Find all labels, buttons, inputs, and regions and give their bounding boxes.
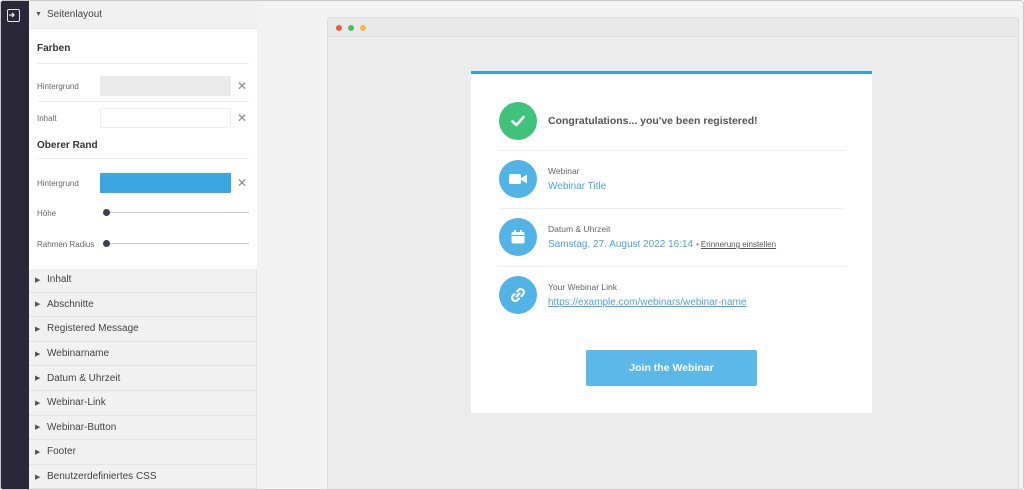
section-label: Datum & Uhrzeit — [47, 372, 121, 384]
divider — [37, 158, 249, 159]
clear-background-icon[interactable]: ✕ — [237, 80, 247, 92]
caret-right-icon: ▶ — [35, 375, 41, 383]
caret-right-icon: ▶ — [35, 301, 41, 309]
clear-content-icon[interactable]: ✕ — [237, 112, 247, 124]
divider — [37, 63, 249, 64]
section-webinar-link[interactable]: ▶ Webinar-Link — [29, 391, 257, 416]
background-label: Hintergrund — [37, 81, 79, 91]
preview-area: Congratulations... you've been registere… — [257, 1, 1023, 489]
section-webinarname[interactable]: ▶ Webinarname — [29, 342, 257, 367]
webinar-url[interactable]: https://example.com/webinars/webinar-nam… — [548, 297, 746, 308]
background-color-row: Hintergrund ✕ — [29, 76, 257, 96]
section-webinar-button[interactable]: ▶ Webinar-Button — [29, 416, 257, 441]
settings-panel: ▼ Seitenlayout Farben Hintergrund ✕ Inha… — [29, 1, 257, 489]
bullet-separator: • — [696, 240, 699, 249]
top-background-row: Hintergrund ✕ — [29, 173, 257, 193]
divider — [499, 266, 845, 267]
datetime-label: Datum & Uhrzeit — [548, 224, 611, 234]
divider — [37, 101, 249, 102]
left-toolbar — [1, 1, 29, 489]
caret-right-icon: ▶ — [35, 276, 41, 284]
caret-right-icon: ▶ — [35, 473, 41, 481]
minimize-dot-icon — [348, 25, 354, 31]
caret-right-icon: ▶ — [35, 325, 41, 333]
layout-section-header[interactable]: ▼ Seitenlayout — [29, 1, 257, 29]
section-label: Inhalt — [47, 274, 72, 286]
content-label: Inhalt — [37, 113, 57, 123]
layout-section-title: Seitenlayout — [47, 9, 103, 20]
link-icon — [499, 276, 537, 314]
success-message: Congratulations... you've been registere… — [548, 115, 758, 127]
divider — [499, 150, 845, 151]
height-row: Höhe — [29, 209, 257, 218]
caret-right-icon: ▶ — [35, 448, 41, 456]
section-label: Registered Message — [47, 323, 139, 335]
maximize-dot-icon — [360, 25, 366, 31]
divider — [499, 208, 845, 209]
caret-down-icon: ▼ — [35, 11, 42, 18]
success-row: Congratulations... you've been registere… — [499, 102, 845, 140]
section-label: Webinar-Link — [47, 397, 106, 409]
checkmark-icon — [499, 102, 537, 140]
section-label: Webinar-Button — [47, 421, 117, 433]
section-label: Abschnitte — [47, 298, 94, 310]
radius-row: Rahmen Radius — [29, 240, 257, 249]
section-label: Webinarname — [47, 348, 110, 360]
layout-section: ▼ Seitenlayout Farben Hintergrund ✕ Inha… — [29, 1, 257, 269]
background-color-swatch[interactable] — [100, 76, 231, 96]
section-abschnitte[interactable]: ▶ Abschnitte — [29, 293, 257, 318]
section-label: Benutzerdefiniertes CSS — [47, 471, 157, 483]
datetime-row: Datum & Uhrzeit Samstag, 27. August 2022… — [499, 218, 845, 256]
section-benutzerdefiniertes-css[interactable]: ▶ Benutzerdefiniertes CSS — [29, 465, 257, 489]
webinar-link-row: Your Webinar Link https://example.com/we… — [499, 276, 845, 314]
browser-mockup: Congratulations... you've been registere… — [327, 17, 1019, 489]
collapsed-sections: ▶ Inhalt ▶ Abschnitte ▶ Registered Message ▶ We… — [29, 268, 257, 489]
radius-slider-handle[interactable] — [102, 240, 110, 247]
datetime-value: Samstag, 27. August 2022 16:14 — [548, 239, 694, 250]
close-dot-icon — [336, 25, 342, 31]
section-datum-uhrzeit[interactable]: ▶ Datum & Uhrzeit — [29, 366, 257, 391]
section-label: Footer — [47, 446, 76, 458]
caret-right-icon: ▶ — [35, 350, 41, 358]
colors-group-title: Farben — [37, 43, 71, 54]
clear-top-border-icon[interactable]: ✕ — [237, 177, 247, 189]
section-footer[interactable]: ▶ Footer — [29, 440, 257, 465]
section-inhalt[interactable]: ▶ Inhalt — [29, 268, 257, 293]
height-slider-track[interactable] — [103, 212, 249, 213]
exit-editor-icon[interactable] — [7, 9, 20, 22]
calendar-icon — [499, 218, 537, 256]
height-label: Höhe — [37, 209, 57, 218]
top-background-label: Hintergrund — [37, 178, 79, 188]
join-webinar-button[interactable]: Join the Webinar — [586, 350, 757, 386]
browser-title-bar — [328, 18, 1018, 37]
section-registered-message[interactable]: ▶ Registered Message — [29, 317, 257, 342]
webinar-row: Webinar Webinar Title — [499, 160, 845, 198]
app-frame: ▼ Seitenlayout Farben Hintergrund ✕ Inha… — [0, 0, 1024, 490]
caret-right-icon: ▶ — [35, 424, 41, 432]
link-label: Your Webinar Link — [548, 282, 617, 292]
registration-card: Congratulations... you've been registere… — [471, 71, 872, 413]
radius-slider-track[interactable] — [103, 243, 249, 244]
set-reminder-link[interactable]: Erinnerung einstellen — [701, 240, 776, 249]
video-camera-icon — [499, 160, 537, 198]
top-border-color-swatch[interactable] — [100, 173, 231, 193]
top-border-group-title: Oberer Rand — [37, 140, 98, 151]
webinar-label: Webinar — [548, 166, 580, 176]
content-color-row: Inhalt ✕ — [29, 108, 257, 128]
webinar-title: Webinar Title — [548, 181, 607, 192]
content-color-swatch[interactable] — [100, 108, 231, 128]
height-slider-handle[interactable] — [102, 209, 110, 216]
radius-label: Rahmen Radius — [37, 240, 95, 249]
caret-right-icon: ▶ — [35, 399, 41, 407]
